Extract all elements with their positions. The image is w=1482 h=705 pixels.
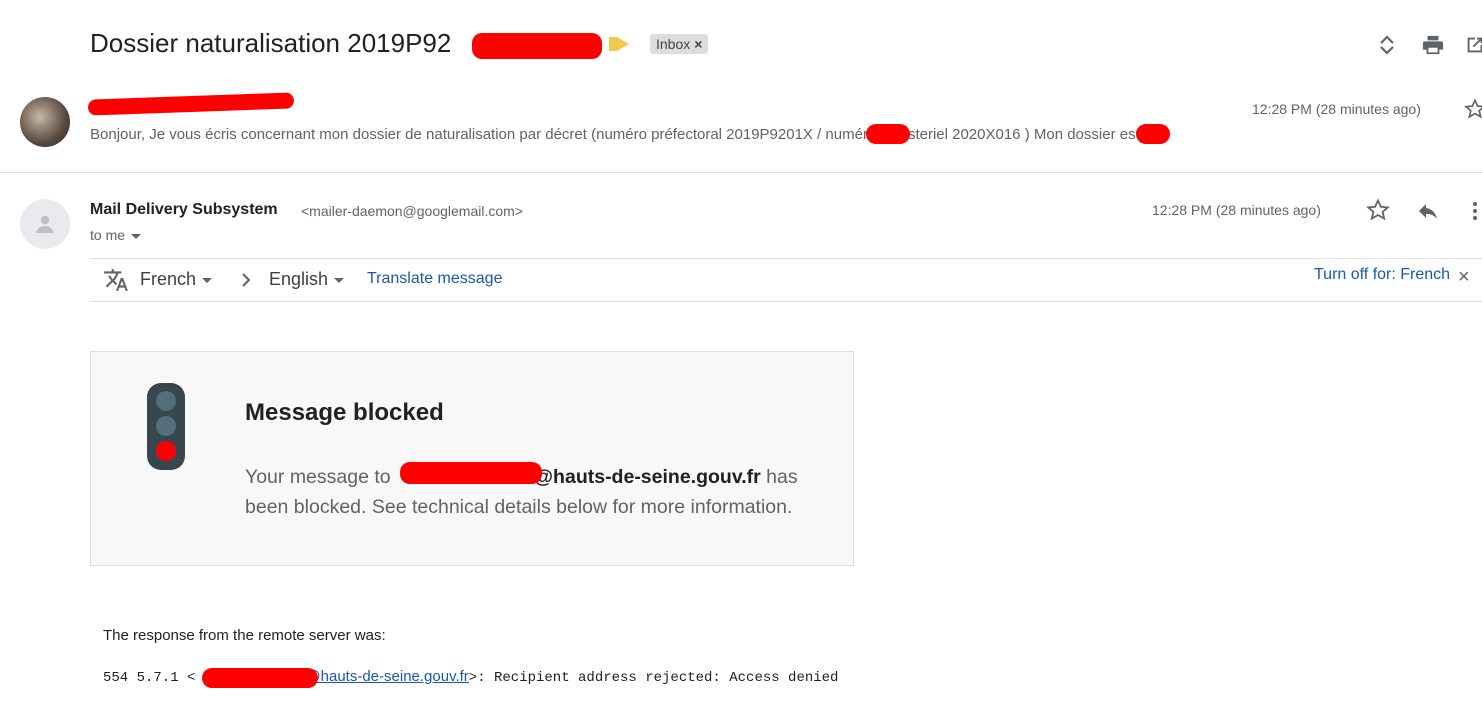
blocked-address-domain: @hauts-de-seine.gouv.fr xyxy=(534,466,761,488)
message-snippet[interactable]: Bonjour, Je vous écris concernant mon do… xyxy=(90,126,1140,143)
star-icon[interactable] xyxy=(1464,98,1482,120)
chevron-down-icon xyxy=(131,233,142,239)
response-message: >: Recipient address rejected: Access de… xyxy=(468,670,839,686)
turn-off-translation-link[interactable]: Turn off for: French xyxy=(1314,266,1450,284)
redaction-mark xyxy=(866,124,910,144)
traffic-light-top xyxy=(156,391,176,411)
traffic-light-red xyxy=(156,441,176,461)
more-icon[interactable] xyxy=(1470,199,1480,223)
message-time: 12:28 PM (28 minutes ago) xyxy=(1152,202,1321,218)
response-code: 554 5.7.1 < xyxy=(103,670,196,686)
close-translate-bar-button[interactable]: × xyxy=(1458,266,1470,289)
redaction-mark xyxy=(1136,124,1170,144)
star-icon[interactable] xyxy=(1366,198,1390,222)
response-intro: The response from the remote server was: xyxy=(103,627,386,644)
open-in-new-window-icon[interactable] xyxy=(1462,32,1482,58)
source-language-select[interactable]: French xyxy=(140,269,213,290)
traffic-light-icon xyxy=(147,383,185,470)
bounce-body-prefix: Your message to xyxy=(245,466,397,488)
translate-icon xyxy=(103,267,129,293)
bounce-notice-card xyxy=(90,351,854,566)
importance-marker-icon[interactable] xyxy=(609,37,629,51)
redaction-mark xyxy=(202,668,318,688)
target-language-select[interactable]: English xyxy=(269,269,345,290)
target-language-label: English xyxy=(269,269,329,289)
chevron-down-icon xyxy=(334,277,345,283)
redaction-mark xyxy=(472,33,602,59)
source-language-label: French xyxy=(140,269,197,289)
sender-name: Mail Delivery Subsystem xyxy=(90,201,278,218)
remove-label-button[interactable]: × xyxy=(694,36,702,52)
chevron-down-icon xyxy=(202,277,213,283)
bounce-title: Message blocked xyxy=(245,399,444,426)
sender-avatar xyxy=(20,97,70,147)
sender-avatar xyxy=(20,199,70,249)
expand-collapse-icon[interactable] xyxy=(1374,32,1400,58)
message-divider xyxy=(0,172,1482,173)
redaction-mark xyxy=(400,462,542,484)
translate-message-link[interactable]: Translate message xyxy=(367,270,502,288)
rejected-address-link[interactable]: @hauts-de-seine.gouv.fr xyxy=(305,668,468,685)
message-time: 12:28 PM (28 minutes ago) xyxy=(1252,101,1421,117)
inbox-label-chip: Inbox × xyxy=(650,34,709,54)
chevron-right-icon xyxy=(240,272,252,288)
to-me-label: to me xyxy=(90,227,126,243)
traffic-light-middle xyxy=(156,416,176,436)
redaction-mark xyxy=(87,92,295,116)
sender-email: <mailer-daemon@googlemail.com> xyxy=(301,203,523,219)
reply-icon[interactable] xyxy=(1416,199,1440,223)
inbox-label-text: Inbox xyxy=(656,36,691,52)
recipient-details-toggle[interactable]: to me xyxy=(90,227,142,243)
person-icon xyxy=(36,215,54,233)
print-icon[interactable] xyxy=(1420,32,1446,58)
thread-subject: Dossier naturalisation 2019P92 xyxy=(90,28,452,58)
